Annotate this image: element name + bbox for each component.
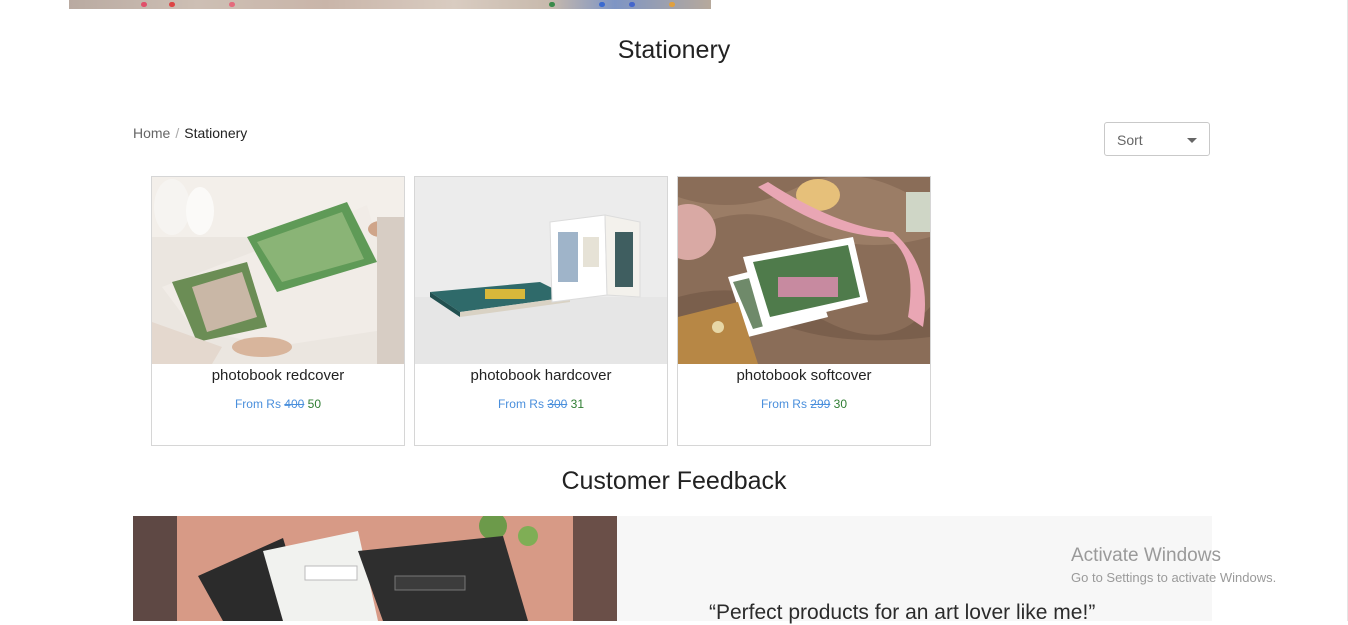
feedback-image <box>133 516 617 621</box>
product-price: From Rs 400 50 <box>152 397 404 411</box>
watermark-title: Activate Windows <box>1071 545 1221 566</box>
price-original: 400 <box>284 397 305 411</box>
price-sale: 30 <box>833 397 848 411</box>
product-price: From Rs 300 31 <box>415 397 667 411</box>
product-name[interactable]: photobook hardcover <box>415 367 667 384</box>
product-name[interactable]: photobook softcover <box>678 367 930 384</box>
price-prefix: From Rs <box>234 397 281 411</box>
watermark-subtitle: Go to Settings to activate Windows. <box>1071 570 1277 585</box>
customer-feedback-title: Customer Feedback <box>561 467 787 495</box>
product-card[interactable]: photobook softcover From Rs 299 30 <box>677 176 931 446</box>
price-original: 299 <box>810 397 831 411</box>
breadcrumb: Home / Stationery <box>133 125 247 141</box>
price-sale: 31 <box>570 397 585 411</box>
product-card[interactable]: photobook hardcover From Rs 300 31 <box>414 176 668 446</box>
hero-banner-image <box>69 0 711 9</box>
price-sale: 50 <box>307 397 322 411</box>
price-original: 300 <box>547 397 568 411</box>
breadcrumb-home-link[interactable]: Home <box>133 125 170 141</box>
price-prefix: From Rs <box>760 397 807 411</box>
product-image[interactable] <box>152 177 404 364</box>
product-card[interactable]: photobook redcover From Rs 400 50 <box>151 176 405 446</box>
product-image[interactable] <box>678 177 930 364</box>
sort-label: Sort <box>1117 132 1143 148</box>
product-image[interactable] <box>415 177 667 364</box>
price-prefix: From Rs <box>497 397 544 411</box>
breadcrumb-separator: / <box>175 125 180 141</box>
page-title: Stationery <box>617 36 731 64</box>
chevron-down-icon <box>1187 138 1197 143</box>
activate-windows-watermark: Activate Windows Go to Settings to activ… <box>1071 545 1276 585</box>
breadcrumb-current: Stationery <box>184 125 248 141</box>
sort-dropdown[interactable]: Sort <box>1104 122 1210 156</box>
feedback-quote: “Perfect products for an art lover like … <box>709 601 1096 624</box>
product-price: From Rs 299 30 <box>678 397 930 411</box>
product-name[interactable]: photobook redcover <box>152 367 404 384</box>
